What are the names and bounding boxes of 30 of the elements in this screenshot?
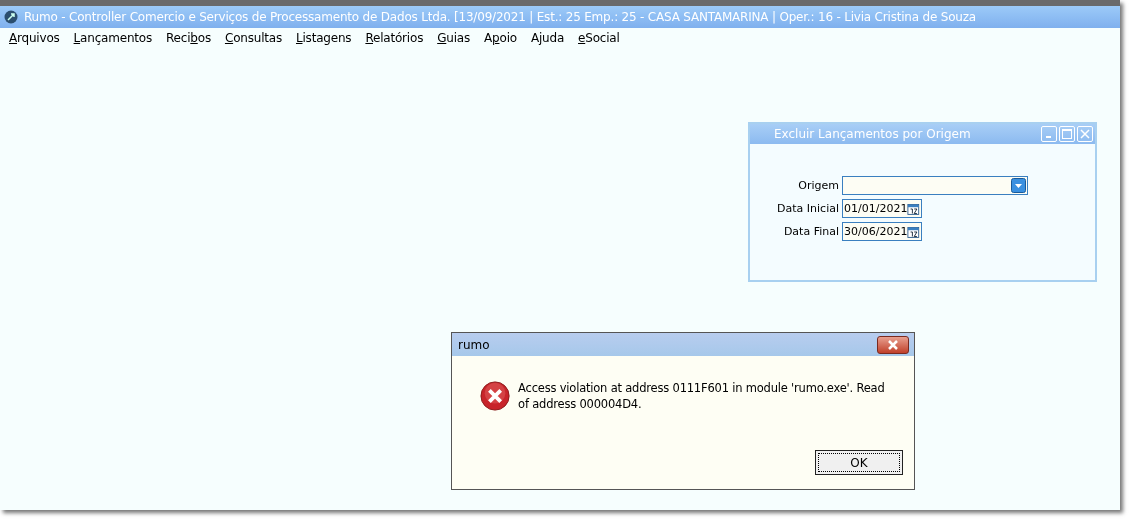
app-logo-icon <box>4 10 18 24</box>
date-field[interactable]: 30/06/2021 <box>842 222 922 241</box>
close-button[interactable] <box>877 335 909 354</box>
menu-item[interactable]: Ajuda <box>523 30 572 46</box>
ok-button[interactable]: OK <box>815 450 903 475</box>
menu-item[interactable]: Arquivos <box>2 30 67 46</box>
field-label: Data Inicial <box>776 202 840 215</box>
calendar-icon[interactable] <box>907 201 920 216</box>
calendar-icon[interactable] <box>907 224 920 239</box>
dropdown-field[interactable] <box>842 176 1028 195</box>
error-message: Access violation at address 0111F601 in module 'rumo.exe'. Read of address 000004D4. <box>518 380 886 412</box>
menu-item[interactable]: Relatórios <box>358 30 431 46</box>
date-field[interactable]: 01/01/2021 <box>842 199 922 218</box>
close-icon <box>887 339 899 350</box>
menu-item[interactable]: Apoio <box>477 30 524 46</box>
menu-item[interactable]: Guias <box>430 30 478 46</box>
child-window-title: Excluir Lançamentos por Origem <box>774 127 971 141</box>
menu-item[interactable]: Lançamentos <box>66 30 159 46</box>
field-label: Data Final <box>782 225 840 238</box>
maximize-icon <box>1062 129 1072 139</box>
error-icon <box>480 380 511 412</box>
field-label: Origem <box>797 179 840 192</box>
window-title: Rumo - Controller Comercio e Serviços de Processamento de Dados Ltda. [13/09/2021 | Est.: 25 Emp.: 25 - CASA SANTAMARINA | Oper.: 16 - Livia Cristina de Souza <box>24 10 976 24</box>
menu-item[interactable]: Recibos <box>159 30 218 46</box>
close-icon <box>1080 129 1090 139</box>
dialog-title: rumo <box>458 337 490 352</box>
dropdown-icon[interactable] <box>1011 178 1026 193</box>
menu-item[interactable]: Listagens <box>289 30 359 46</box>
menu-item[interactable]: eSocial <box>571 30 627 46</box>
menu-item[interactable]: Consultas <box>217 30 289 46</box>
